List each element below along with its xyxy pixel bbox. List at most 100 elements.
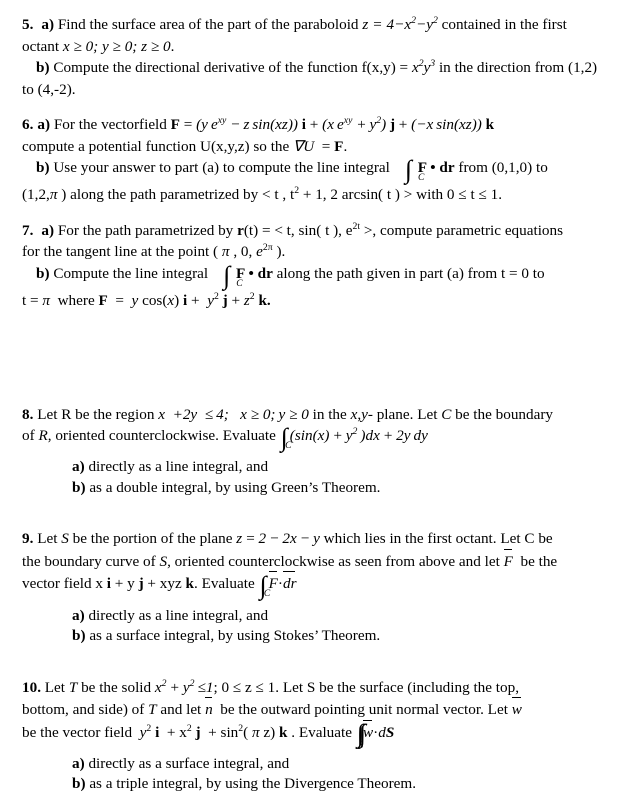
surface-integral-symbol: ∫∫ S <box>357 721 367 752</box>
problem-7a-point-exponent: 2π <box>262 242 273 254</box>
problem-5b-text-before: Compute the directional derivative of th… <box>53 59 409 76</box>
problem-5a-period: . <box>170 37 175 55</box>
problem-8-integrand: (sin(x) + y2 )dx + 2y dy <box>289 425 428 445</box>
problem-5-part-b: b) Compute the directional derivative of… <box>22 57 606 100</box>
problem-7-part-b: b) Compute the line integral ∫ C F • dr al… <box>22 262 606 291</box>
spacer-5-6 <box>0 100 622 114</box>
problem-10: 10. Let T be the solid x2 + y2 ≤1; 0 ≤ z… <box>0 677 622 795</box>
problem-8-text-1: Let R be the region <box>37 405 155 423</box>
problem-9-subitem-a-text: directly as a line integral, and <box>88 606 269 624</box>
problem-8-subitem-a-label: a) <box>72 458 85 476</box>
integral-subscript: C <box>417 172 425 183</box>
problem-10-subitem-a: a) directly as a surface integral, and <box>72 754 606 775</box>
problem-6b-text-after: along the path parametrized by < t , t2 … <box>70 185 502 204</box>
problem-6a-gradient: ∇U <box>293 137 315 155</box>
problem-10-field-symbol: w <box>511 697 522 721</box>
problem-8: 8. Let R be the region x +2y ≤ 4; x ≥ 0;… <box>0 404 622 499</box>
problem-10-number: 10. <box>22 678 41 696</box>
problem-10-subitems: a) directly as a surface integral, and b… <box>22 754 606 795</box>
problem-6-number: 6. <box>22 116 34 133</box>
problem-10-statement: 10. Let T be the solid x2 + y2 ≤1; 0 ≤ z… <box>22 677 520 696</box>
problem-8-subitem-b: b) as a double integral, by using Green’… <box>72 478 606 499</box>
problem-9-integrand-field: F <box>268 571 278 595</box>
problem-10-integrand-dS: dS <box>378 723 395 741</box>
problem-8-number: 8. <box>22 405 34 423</box>
problem-5b-label: b) <box>36 59 50 76</box>
problem-8-region: x +2y ≤ 4; x ≥ 0; y ≥ 0 <box>158 405 309 423</box>
spacer-9-10 <box>0 647 622 677</box>
problem-6b-text-mid: from (0,1,0) to <box>458 159 548 176</box>
problem-9-subitem-b-text: as a surface integral, by using Stokes’ … <box>89 627 381 645</box>
problem-9-integrand-dr: dr <box>282 571 296 595</box>
problem-6-part-b: b) Use your answer to part (a) to comput… <box>22 156 606 185</box>
problem-7a-exponent: 2t <box>352 220 361 232</box>
problem-6a-component-k: (−x sin(xz)) <box>411 116 482 133</box>
exam-page: 5. a) Find the surface area of the part o… <box>0 0 622 792</box>
problem-6-part-a: 6. a) For the vectorfield F = (y exy − z … <box>22 114 495 133</box>
integral-subscript: C <box>236 278 243 289</box>
spacer-6-7 <box>0 206 622 220</box>
problem-8-subitem-b-text: as a double integral, by using Green’s T… <box>89 478 381 496</box>
problem-7b-field-symbol: F <box>98 292 108 310</box>
problem-6a-label: a) <box>37 116 51 133</box>
problem-9-subitem-a-label: a) <box>72 606 85 624</box>
problem-9-continuation-1: the boundary curve of S, oriented counte… <box>22 548 606 573</box>
problem-5-part-a: 5. a) Find the surface area of the part o… <box>22 14 606 57</box>
line-integral-symbol: ∫ C <box>391 156 424 185</box>
problem-7a-continuation: for the tangent line at the point ( π , … <box>22 242 286 261</box>
problem-7b-continuation: t = π where F = y cos(x) i + y2 j + z2 k… <box>22 290 271 310</box>
problem-6a-field-ref: F <box>334 137 344 155</box>
problem-10-integrand-field: w <box>363 719 373 744</box>
problem-9-statement: 9. Let S be the portion of the plane z =… <box>22 530 553 548</box>
line-integral-symbol: ∫ C <box>209 262 242 291</box>
problem-5a-label: a) <box>41 16 55 33</box>
problem-5: 5. a) Find the surface area of the part o… <box>0 14 622 100</box>
problem-6a-unit-i: i <box>301 116 306 133</box>
problem-6a-equals: = <box>183 116 193 133</box>
problem-9-subitem-b: b) as a surface integral, by using Stoke… <box>72 626 606 647</box>
problem-10-continuation-2: be the vector field y2 i + x2 j + sin2( … <box>22 719 606 752</box>
problem-8-subitem-a-text: directly as a line integral, and <box>88 458 269 476</box>
problem-9: 9. Let S be the portion of the plane z =… <box>0 528 622 646</box>
problem-5a-text-before: Find the surface area of the part of the… <box>57 16 359 33</box>
problem-6b-label: b) <box>36 159 50 176</box>
problem-8-continuation: of R, oriented counterclockwise. Evaluat… <box>22 424 606 453</box>
problem-7-number: 7. <box>22 221 34 239</box>
problem-9-subitems: a) directly as a line integral, and b) a… <box>22 606 606 647</box>
problem-7b-label: b) <box>36 264 50 282</box>
problem-8-statement: 8. Let R be the region x +2y ≤ 4; x ≥ 0;… <box>22 404 606 426</box>
problem-10-normal-symbol: n <box>205 697 213 721</box>
problem-9-field-symbol: F <box>503 548 513 573</box>
problem-6a-component-j: (x exy + y2) <box>322 114 387 133</box>
problem-9-number: 9. <box>22 530 34 548</box>
problem-8-subitems: a) directly as a line integral, and b) a… <box>22 457 606 498</box>
problem-7a-label: a) <box>41 221 55 239</box>
problem-6b-continuation: (1,2,π ) along the path parametrized by … <box>22 184 606 206</box>
problem-7a-path-symbol: r <box>237 221 244 239</box>
problem-6a-continuation: compute a potential function U(x,y,z) so… <box>22 137 348 155</box>
problem-5a-math-octant: x ≥ 0; y ≥ 0; z ≥ 0 <box>62 37 171 55</box>
problem-10-continuation-1: bottom, and side) of T and let n be the … <box>22 697 606 721</box>
problem-6a-text-before: For the vectorfield <box>53 116 167 133</box>
problem-9-plane: z = 2 − 2x − y <box>236 530 320 548</box>
problem-5b-math-function: x2y3 <box>411 57 436 76</box>
spacer-7-8 <box>0 312 622 404</box>
line-integral-symbol: ∫ C <box>281 424 292 453</box>
problem-7-part-a: 7. a) For the path parametrized by r(t) =… <box>22 220 564 239</box>
problem-7: 7. a) For the path parametrized by r(t) =… <box>0 220 622 312</box>
problem-9-continuation-2: vector field x i + y j + xyz k. Evaluate… <box>22 571 606 601</box>
problem-5a-math-surface: z = 4−x2−y2 <box>362 14 438 33</box>
problem-8-subitem-a: a) directly as a line integral, and <box>72 457 606 478</box>
problem-10-solid: x2 + y2 ≤1 <box>154 677 214 696</box>
problem-7b-text-before: Compute the line integral <box>53 264 209 282</box>
problem-10-subitem-a-label: a) <box>72 754 85 772</box>
problem-6a-unit-k: k <box>485 116 495 133</box>
line-integral-symbol: ∫ C <box>260 573 271 601</box>
problem-6a-component-i: (y exy − z sin(xz)) <box>196 114 298 133</box>
problem-5-number: 5. <box>22 16 34 33</box>
problem-8-subitem-b-label: b) <box>72 478 86 496</box>
problem-8-text-2: in the x,y- plane. Let C be the boundary <box>312 405 554 423</box>
problem-6a-unit-j: j <box>389 116 395 133</box>
problem-6a-field-symbol: F <box>170 116 180 133</box>
problem-10-subitem-b: b) as a triple integral, by using the Di… <box>72 774 606 795</box>
